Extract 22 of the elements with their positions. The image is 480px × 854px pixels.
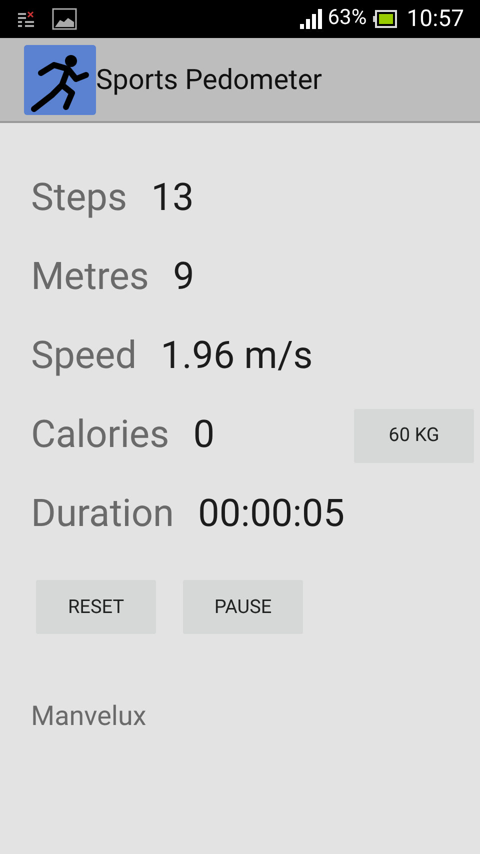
stat-value: 9 [173, 254, 194, 301]
stat-value: 0 [193, 412, 215, 459]
battery-percent: 63% [328, 5, 367, 32]
stat-label: Metres [31, 254, 150, 301]
pause-button[interactable]: PAUSE [183, 580, 303, 634]
stat-value: 00:00:05 [198, 491, 345, 538]
image-icon [52, 8, 77, 30]
footer-text: Manvelux [31, 699, 148, 734]
stat-label: Speed [31, 333, 137, 380]
runner-icon [24, 44, 96, 114]
clock: 10:57 [406, 4, 464, 34]
stat-label: Calories [31, 412, 170, 459]
app-title: Sports Pedometer [96, 62, 322, 98]
stat-value: 1.96 m/s [160, 333, 313, 380]
stat-value: 13 [151, 175, 194, 222]
weight-button[interactable]: 60 KG [354, 408, 474, 462]
notification-icon [16, 10, 36, 28]
stat-label: Duration [31, 491, 174, 538]
stat-label: Steps [31, 175, 128, 222]
reset-button[interactable]: RESET [36, 580, 156, 634]
battery-icon [372, 10, 397, 28]
signal-icon [300, 9, 322, 29]
